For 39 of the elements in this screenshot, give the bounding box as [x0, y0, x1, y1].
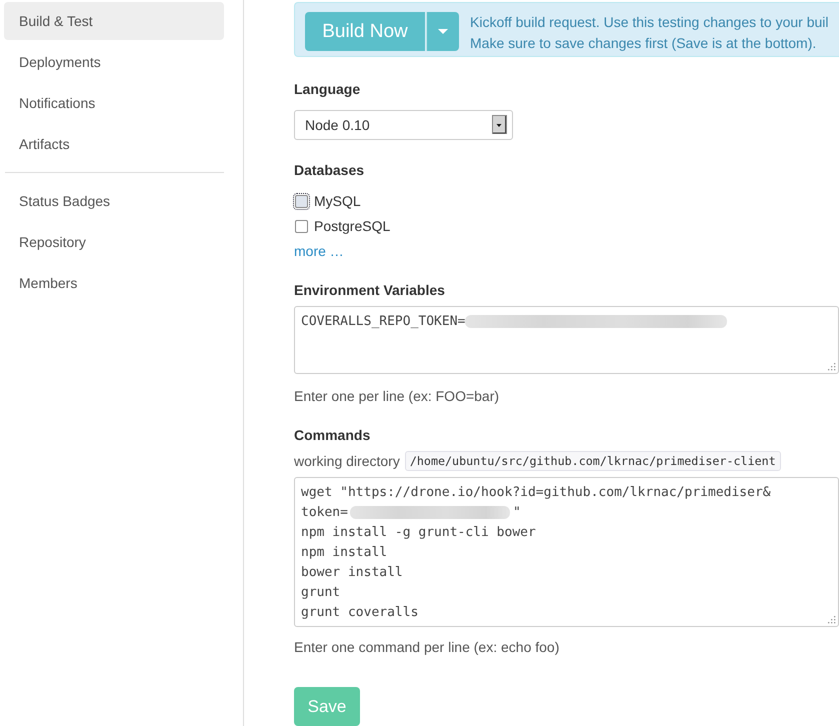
command-text: grunt: [301, 584, 340, 602]
sidebar-item[interactable]: Artifacts: [4, 125, 224, 163]
dropdown-arrow-icon: [492, 115, 507, 134]
variable-text: COVERALLS_REPO_TOKEN=: [301, 312, 466, 331]
alert-message: Kickoff build request. Use this testing changes to your buil: [470, 13, 828, 32]
build-options-button[interactable]: [426, 12, 459, 51]
command-text: grunt coveralls: [301, 604, 418, 622]
help-text: Enter one command per line (ex: echo foo): [294, 638, 560, 658]
sidebar-item[interactable]: Deployments: [4, 43, 224, 81]
working-directory-label: working directory: [294, 452, 400, 469]
command-text: wget "https://drone.io/hook?id=github.com/lkrnac/primediser&: [301, 484, 771, 502]
resize-grip-icon: [828, 616, 836, 624]
sidebar-item[interactable]: Build & Test: [4, 2, 224, 40]
caret-icon: [438, 29, 448, 34]
command-text: ": [512, 504, 521, 522]
command-text: npm install: [301, 544, 388, 562]
sidebar-item[interactable]: Status Badges: [4, 182, 224, 220]
sidebar-item[interactable]: Members: [4, 264, 224, 302]
checkbox-label: PostgreSQL: [314, 218, 390, 234]
alert-message: Make sure to save changes first (Save is at the bottom).: [470, 34, 818, 53]
environment-variables-field[interactable]: COVERALLS_REPO_TOKEN=: [294, 306, 839, 374]
field-label: Databases: [294, 160, 364, 180]
working-directory-path: /home/ubuntu/src/github.com/lkrnac/primediser-client: [404, 450, 781, 471]
language-select[interactable]: Node 0.10: [294, 110, 513, 140]
field-label: Commands: [294, 426, 370, 445]
checkbox[interactable]: [295, 220, 308, 233]
help-text: Enter one per line (ex: FOO=bar): [294, 386, 500, 406]
field-label: Language: [294, 80, 360, 99]
sidebar-item[interactable]: Repository: [4, 223, 224, 261]
command-text: token=: [301, 504, 348, 522]
command-text: bower install: [301, 564, 403, 582]
commands-field[interactable]: wget "https://drone.io/hook?id=github.com/lkrnac/primediser& token= " npm install -g grunt-cli bower npm install bower install grunt grunt coveralls: [294, 476, 839, 628]
command-text: npm install -g grunt-cli bower: [301, 524, 536, 542]
resize-grip-icon: [828, 362, 836, 371]
sidebar-item[interactable]: Notifications: [4, 84, 224, 122]
checkbox[interactable]: [295, 194, 308, 208]
more-link[interactable]: more …: [294, 240, 344, 261]
checkbox-label: MySQL: [314, 193, 361, 210]
field-label: Environment Variables: [294, 280, 445, 300]
